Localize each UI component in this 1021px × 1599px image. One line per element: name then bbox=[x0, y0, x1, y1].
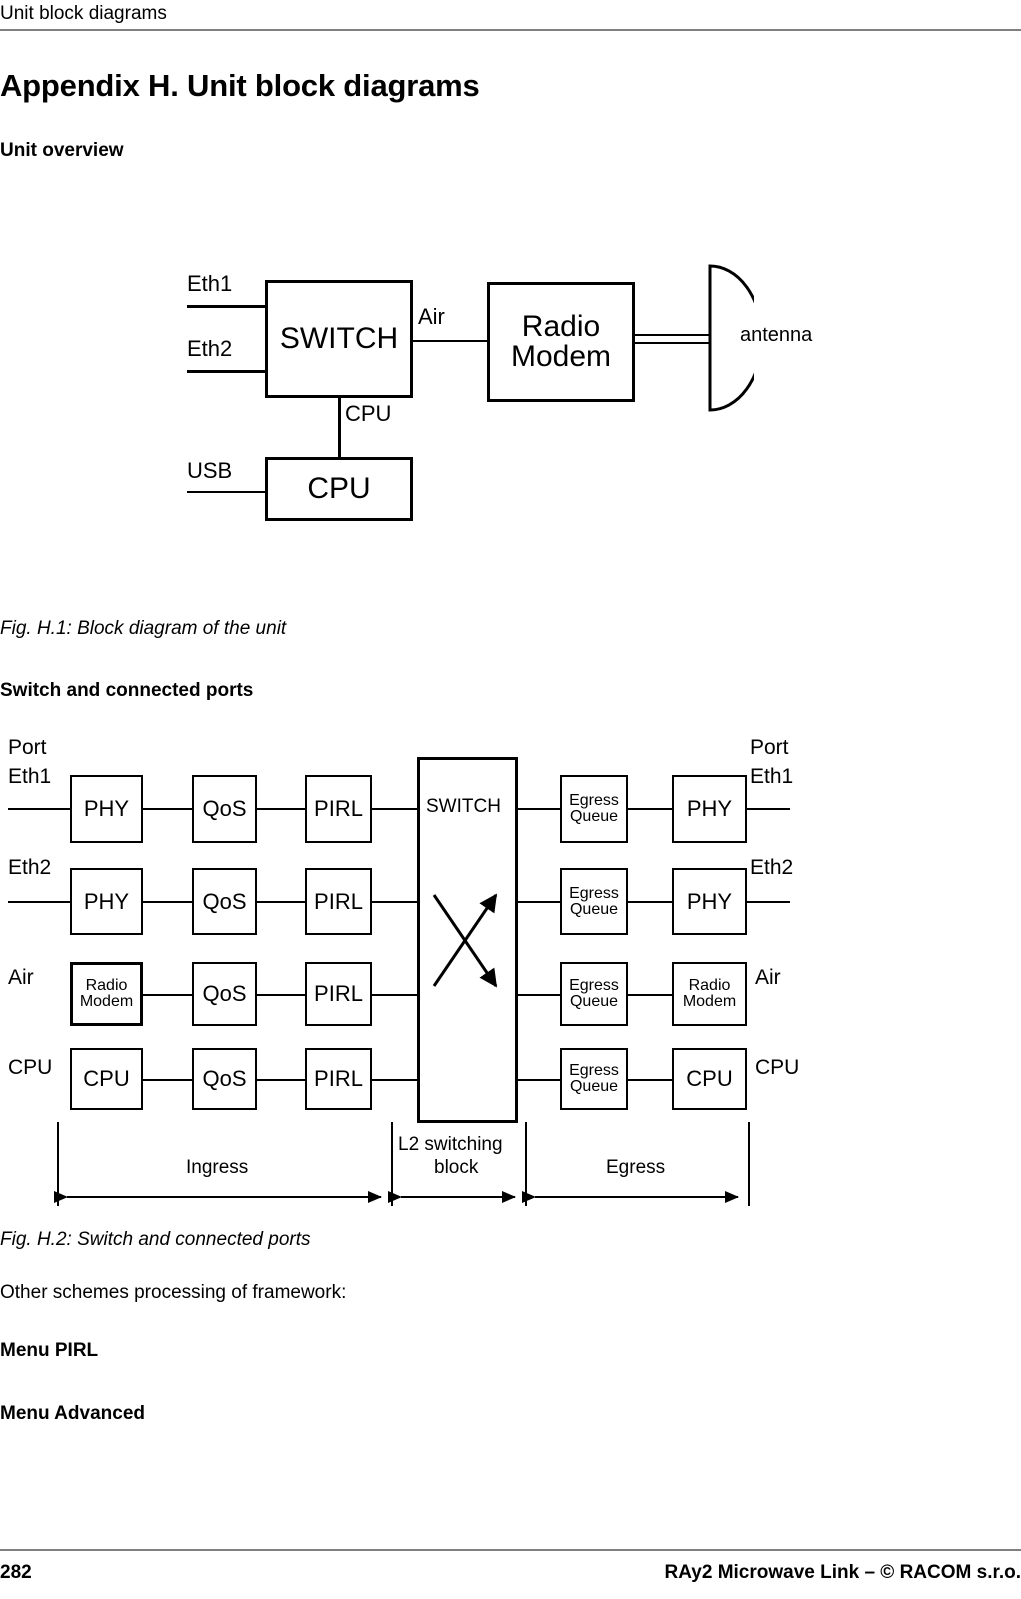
fig2-row2-pirl-label: PIRL bbox=[314, 981, 363, 1006]
fig2-row1-egress-phy-label: PHY bbox=[686, 888, 733, 914]
fig2-row2-conn-switch-egress bbox=[518, 994, 560, 996]
fig2-row3-egress-queue: Egress Queue bbox=[560, 1048, 628, 1110]
section-heading-menu-pirl: Menu PIRL bbox=[0, 1340, 99, 1361]
fig2-row3-egress-cpu-label: CPU bbox=[686, 1066, 733, 1091]
fig2-row0-pirl: PIRL bbox=[305, 775, 372, 843]
footer-divider bbox=[0, 1549, 1021, 1551]
fig2-row0-conn-queue-phy bbox=[628, 808, 672, 810]
fig2-row0-left-lead bbox=[8, 808, 70, 810]
fig2-row2-egress-queue-line1: Egress bbox=[569, 977, 619, 994]
fig2-row2-conn-queue-rm bbox=[628, 994, 672, 996]
fig2-row0-conn-phy-qos bbox=[143, 808, 192, 810]
fig2-row1-egress-queue-line1: Egress bbox=[569, 884, 619, 902]
fig2-row2-egress-queue-line2: Queue bbox=[569, 993, 619, 1010]
fig2-row0-egress-queue-line1: Egress bbox=[569, 792, 619, 809]
fig2-row3-ingress-cpu: CPU bbox=[70, 1048, 143, 1110]
fig2-axis-label-egress: Egress bbox=[606, 1157, 666, 1178]
fig2-row1-pirl: PIRL bbox=[305, 868, 372, 935]
fig2-center-switch-label: SWITCH bbox=[426, 796, 501, 817]
fig2-row0-conn-qos-pirl bbox=[257, 808, 305, 810]
fig2-row1-conn-switch-egress bbox=[518, 901, 560, 903]
fig2-row3-right-label: CPU bbox=[755, 1056, 800, 1079]
fig2-row1-left-label: Eth2 bbox=[8, 856, 52, 879]
fig2-row2-left-label: Air bbox=[8, 966, 34, 989]
fig2-row3-conn-queue-cpu bbox=[628, 1079, 672, 1081]
footer-page-number: 282 bbox=[0, 1562, 32, 1583]
fig2-row0-conn-switch-egress bbox=[518, 808, 560, 810]
fig2-row3-egress-queue-line1: Egress bbox=[569, 1062, 619, 1079]
fig2-axis-label-ingress: Ingress bbox=[186, 1157, 249, 1178]
fig2-right-port-caption: Port bbox=[750, 736, 789, 759]
fig2-row3-conn-pirl-switch bbox=[372, 1079, 417, 1081]
fig2-row1-ingress-phy: PHY bbox=[70, 868, 143, 935]
fig2-row3-qos: QoS bbox=[192, 1048, 257, 1110]
section-heading-menu-advanced: Menu Advanced bbox=[0, 1403, 145, 1424]
fig2-row1-conn-queue-phy bbox=[628, 901, 672, 903]
fig2-axis-label-l2-line2: block bbox=[434, 1157, 479, 1178]
fig2-row0-ingress-phy: PHY bbox=[70, 775, 143, 843]
fig2-row3-conn-cpu-qos bbox=[143, 1079, 192, 1081]
fig2-row2-egress-radio-modem-line1: Radio bbox=[688, 977, 731, 994]
fig2-row3-pirl: PIRL bbox=[305, 1048, 372, 1110]
fig2-row1-qos-label: QoS bbox=[202, 888, 247, 914]
figure-switch-connected-ports: Port Port Eth1 PHY QoS PIRL Egress Queue… bbox=[0, 0, 1021, 1220]
fig2-row1-ingress-phy-label: PHY bbox=[83, 888, 130, 914]
fig2-row3-conn-switch-egress bbox=[518, 1079, 560, 1081]
fig2-row2-egress-radio-modem-line2: Modem bbox=[682, 993, 737, 1010]
fig2-row0-egress-phy: PHY bbox=[672, 775, 747, 843]
fig2-row1-left-lead bbox=[8, 901, 70, 903]
fig2-row2-qos-label: QoS bbox=[202, 981, 247, 1006]
fig2-row0-right-lead bbox=[747, 808, 790, 810]
fig2-row1-qos: QoS bbox=[192, 868, 257, 935]
fig2-row0-ingress-phy-label: PHY bbox=[83, 796, 130, 821]
footer-copyright: RAy2 Microwave Link – © RACOM s.r.o. bbox=[664, 1562, 1021, 1583]
fig2-row2-egress-queue: Egress Queue bbox=[560, 962, 628, 1026]
fig2-row2-pirl: PIRL bbox=[305, 962, 372, 1026]
switch-crossover-arrows-icon bbox=[432, 893, 498, 988]
fig2-row3-qos-label: QoS bbox=[202, 1066, 247, 1091]
fig2-row0-egress-phy-label: PHY bbox=[686, 796, 733, 821]
fig2-axis-arrows-icon bbox=[54, 1191, 739, 1203]
fig2-row0-right-label: Eth1 bbox=[750, 765, 794, 788]
fig2-row0-conn-pirl-switch bbox=[372, 808, 417, 810]
fig2-row0-egress-queue: Egress Queue bbox=[560, 775, 628, 843]
fig2-row2-right-label: Air bbox=[755, 966, 781, 989]
fig2-row2-conn-rm-qos bbox=[143, 994, 192, 996]
figure2-caption: Fig. H.2: Switch and connected ports bbox=[0, 1229, 311, 1250]
fig2-row1-conn-qos-pirl bbox=[257, 901, 305, 903]
fig2-row2-ingress-radio-modem-line2: Modem bbox=[79, 993, 134, 1010]
fig2-row1-conn-pirl-switch bbox=[372, 901, 417, 903]
fig2-row1-conn-phy-qos bbox=[143, 901, 192, 903]
fig2-row1-right-label: Eth2 bbox=[750, 856, 794, 879]
fig2-row0-pirl-label: PIRL bbox=[314, 796, 363, 821]
fig2-row3-conn-qos-pirl bbox=[257, 1079, 305, 1081]
fig2-row2-ingress-radio-modem: Radio Modem bbox=[70, 962, 143, 1026]
fig2-row0-left-label: Eth1 bbox=[8, 765, 52, 788]
fig2-row2-ingress-radio-modem-line1: Radio bbox=[85, 977, 128, 994]
document-page: Unit block diagrams Appendix H. Unit blo… bbox=[0, 0, 1021, 1599]
fig2-row3-pirl-label: PIRL bbox=[314, 1066, 363, 1091]
fig2-row1-right-lead bbox=[747, 901, 790, 903]
fig2-row2-conn-pirl-switch bbox=[372, 994, 417, 996]
fig2-row0-egress-queue-line2: Queue bbox=[569, 808, 619, 825]
fig2-row0-qos: QoS bbox=[192, 775, 257, 843]
fig2-row1-egress-queue: Egress Queue bbox=[560, 868, 628, 935]
fig2-row1-egress-queue-line2: Queue bbox=[569, 900, 619, 918]
fig2-row2-qos: QoS bbox=[192, 962, 257, 1026]
fig2-row2-egress-radio-modem: Radio Modem bbox=[672, 962, 747, 1026]
fig2-left-port-caption: Port bbox=[8, 736, 47, 759]
body-paragraph-other-schemes: Other schemes processing of framework: bbox=[0, 1282, 347, 1303]
fig2-row2-conn-qos-pirl bbox=[257, 994, 305, 996]
fig2-row1-pirl-label: PIRL bbox=[314, 888, 363, 914]
fig2-row3-left-label: CPU bbox=[8, 1056, 53, 1079]
fig2-row3-ingress-cpu-label: CPU bbox=[83, 1066, 130, 1091]
fig2-row0-qos-label: QoS bbox=[202, 796, 247, 821]
fig2-row3-egress-cpu: CPU bbox=[672, 1048, 747, 1110]
fig2-row3-egress-queue-line2: Queue bbox=[569, 1078, 619, 1095]
fig2-row1-egress-phy: PHY bbox=[672, 868, 747, 935]
fig2-axis-label-l2-line1: L2 switching bbox=[398, 1134, 503, 1155]
